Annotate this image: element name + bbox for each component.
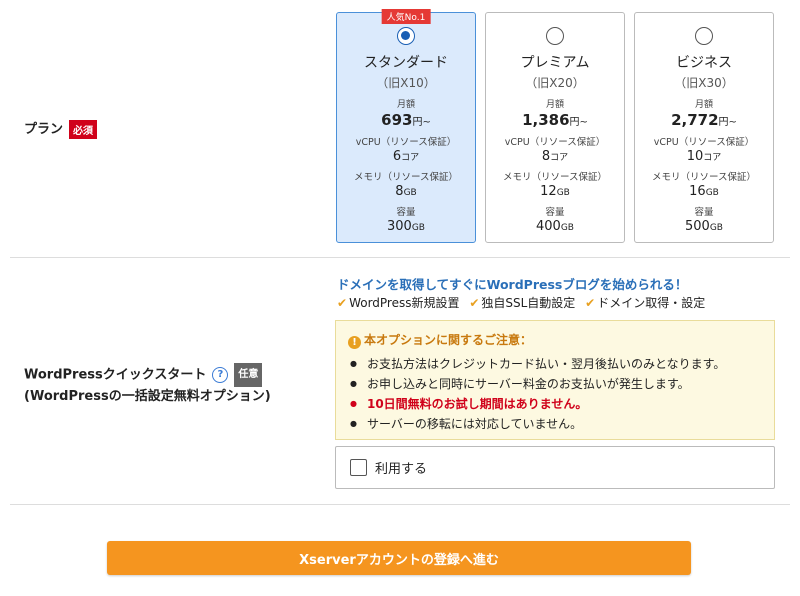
plan-old-name: （旧X30） <box>674 76 734 90</box>
storage-label: 容量 <box>694 207 714 218</box>
storage-number: 500 <box>685 219 710 234</box>
wp-label-line2: (WordPressの一括設定無料オプション) <box>24 389 271 404</box>
submit-button[interactable]: Xserverアカウントの登録へ進む <box>107 541 691 575</box>
vcpu-unit: コア <box>550 153 569 163</box>
price-unit: 円~ <box>569 117 588 128</box>
storage-label: 容量 <box>396 207 416 218</box>
plan-name: プレミアム <box>520 55 590 71</box>
vcpu-value: 10コア <box>635 149 773 164</box>
notice-box: !本オプションに関するご注意： お支払方法はクレジットカード払い・翌月後払いのみ… <box>335 320 775 440</box>
notice-title-text: 本オプションに関するご注意： <box>364 333 533 347</box>
feature-item: WordPress新規設置 <box>349 296 460 310</box>
vcpu-value: 6コア <box>337 149 475 164</box>
promo-features: ✔ WordPress新規設置 ✔ 独自SSL自動設定 ✔ ドメイン取得・設定 <box>337 294 711 311</box>
memory-value: 16GB <box>635 184 773 199</box>
plan-name: スタンダード <box>364 55 448 71</box>
feature-item: ドメイン取得・設定 <box>597 296 706 310</box>
vcpu-number: 8 <box>541 149 551 164</box>
plan-price: 1,386円~ <box>486 111 624 129</box>
storage-value: 400GB <box>486 219 624 234</box>
vcpu-label: vCPU（リソース保証） <box>504 137 606 148</box>
vcpu-value: 8コア <box>486 149 624 164</box>
vcpu-label: vCPU（リソース保証） <box>355 137 457 148</box>
memory-value: 8GB <box>337 184 475 199</box>
plan-label: プラン 必須 <box>24 118 98 139</box>
plan-card-business[interactable]: ビジネス （旧X30） 月額 2,772円~ vCPU（リソース保証） 10コア… <box>634 12 774 243</box>
memory-number: 12 <box>540 184 557 199</box>
notice-title: ! 本オプションに関するご注意： <box>348 331 762 349</box>
notice-item-alert: 10日間無料のお試し期間はありません。 <box>348 394 762 414</box>
vcpu-unit: コア <box>401 153 420 163</box>
check-icon: ✔ <box>337 296 348 310</box>
optional-badge: 任意 <box>234 363 263 387</box>
notice-item: サーバーの移転には対応していません。 <box>348 414 762 434</box>
promo-title: ドメインを取得してすぐにWordPressブログを始められる！ <box>337 277 688 292</box>
storage-label: 容量 <box>545 207 565 218</box>
feature-item: 独自SSL自動設定 <box>481 296 576 310</box>
monthly-label: 月額 <box>545 100 564 110</box>
storage-value: 300GB <box>337 219 475 234</box>
vcpu-number: 10 <box>686 149 704 164</box>
check-icon: ✔ <box>585 296 596 310</box>
storage-value: 500GB <box>635 219 773 234</box>
price-value: 1,386 <box>522 111 570 129</box>
price-unit: 円~ <box>412 117 431 128</box>
warning-icon: ! <box>348 336 361 349</box>
plan-radio-business[interactable] <box>695 27 713 45</box>
wp-quickstart-label: WordPressクイックスタート? 任意 (WordPressの一括設定無料オプ… <box>24 363 271 407</box>
section-divider <box>10 504 790 505</box>
memory-unit: GB <box>705 188 719 198</box>
plan-old-name: （旧X10） <box>376 76 436 90</box>
vcpu-number: 6 <box>392 149 402 164</box>
storage-number: 400 <box>536 219 561 234</box>
memory-label: メモリ（リソース保証） <box>651 172 757 183</box>
notice-item: お支払方法はクレジットカード払い・翌月後払いのみとなります。 <box>348 354 762 374</box>
storage-unit: GB <box>411 223 425 233</box>
memory-label: メモリ（リソース保証） <box>353 172 459 183</box>
use-option-box[interactable]: 利用する <box>335 446 775 489</box>
plan-label-text: プラン <box>24 122 64 137</box>
plan-card-premium[interactable]: プレミアム （旧X20） 月額 1,386円~ vCPU（リソース保証） 8コア… <box>485 12 625 243</box>
check-icon: ✔ <box>469 296 480 310</box>
vcpu-unit: コア <box>703 153 722 163</box>
memory-value: 12GB <box>486 184 624 199</box>
plan-radio-standard[interactable] <box>397 27 415 45</box>
plan-name: ビジネス <box>676 55 732 71</box>
plan-radio-premium[interactable] <box>546 27 564 45</box>
required-badge: 必須 <box>69 120 98 139</box>
storage-unit: GB <box>560 223 574 233</box>
memory-unit: GB <box>403 188 417 198</box>
memory-number: 8 <box>395 184 404 199</box>
monthly-label: 月額 <box>396 100 415 110</box>
section-divider <box>10 257 790 258</box>
memory-unit: GB <box>556 188 570 198</box>
monthly-label: 月額 <box>694 100 713 110</box>
plan-card-standard[interactable]: 人気No.1 スタンダード （旧X10） 月額 693円~ vCPU（リソース保… <box>336 9 476 243</box>
plan-price: 693円~ <box>337 111 475 129</box>
plan-price: 2,772円~ <box>635 111 773 129</box>
notice-item: お申し込みと同時にサーバー料金のお支払いが発生します。 <box>348 374 762 394</box>
price-value: 693 <box>381 111 413 129</box>
wp-label-line1: WordPressクイックスタート <box>24 367 207 383</box>
price-value: 2,772 <box>671 111 719 129</box>
vcpu-label: vCPU（リソース保証） <box>653 137 755 148</box>
memory-label: メモリ（リソース保証） <box>502 172 608 183</box>
use-checkbox[interactable] <box>350 459 367 476</box>
notice-list: お支払方法はクレジットカード払い・翌月後払いのみとなります。 お申し込みと同時に… <box>348 354 762 434</box>
help-icon[interactable]: ? <box>212 367 229 383</box>
use-label: 利用する <box>375 462 428 477</box>
storage-unit: GB <box>709 223 723 233</box>
price-unit: 円~ <box>718 117 737 128</box>
popular-badge: 人気No.1 <box>381 9 431 24</box>
plan-old-name: （旧X20） <box>525 76 585 90</box>
storage-number: 300 <box>387 219 412 234</box>
memory-number: 16 <box>689 184 706 199</box>
